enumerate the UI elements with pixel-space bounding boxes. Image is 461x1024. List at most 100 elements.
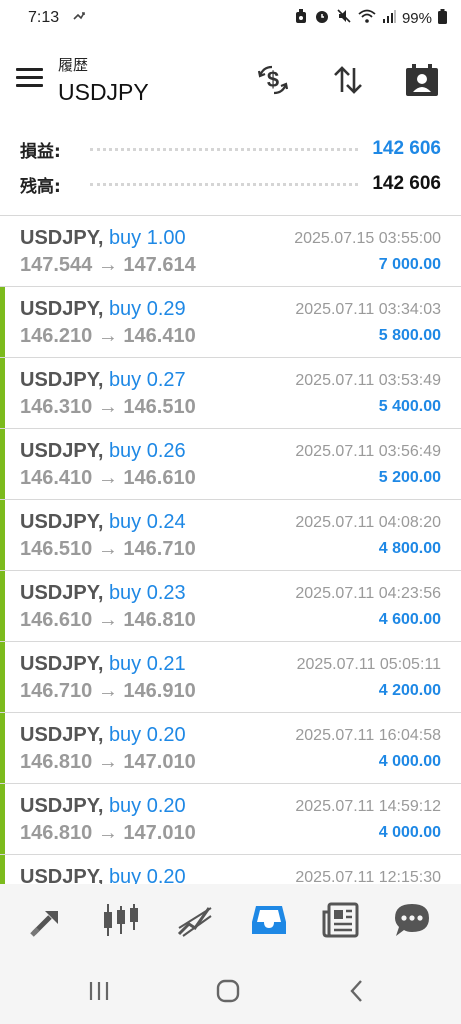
trade-side: buy 0.27 [108, 369, 186, 391]
trade-marker [0, 358, 5, 428]
status-time: 7:13 [28, 9, 60, 26]
mute-icon [336, 8, 352, 28]
svg-text:$: $ [267, 67, 279, 92]
trade-row[interactable]: USDJPY, buy 0.29 146.210 → 146.410 2025.… [0, 287, 461, 358]
trade-symbol: USDJPY, [20, 582, 104, 604]
trade-icon[interactable] [27, 900, 67, 940]
bottom-nav [0, 884, 461, 956]
trade-marker [0, 287, 5, 357]
news-icon[interactable] [321, 900, 361, 940]
trade-prices: 146.810 → 147.010 [20, 822, 196, 844]
trade-date: 2025.07.11 04:08:20 [295, 514, 441, 531]
trade-row[interactable]: USDJPY, buy 0.20 146.810 → 147.010 2025.… [0, 713, 461, 784]
system-nav-bar [0, 956, 461, 1024]
trade-symbol: USDJPY, [20, 653, 104, 675]
trade-symbol: USDJPY, [20, 866, 104, 884]
trade-prices: 146.510 → 146.710 [20, 538, 196, 560]
trade-side: buy 1.00 [108, 227, 186, 249]
trade-profit: 4 000.00 [378, 824, 441, 841]
trade-profit: 4 200.00 [378, 682, 441, 699]
trade-title: USDJPY, buy 0.26 [20, 440, 186, 463]
trade-symbol: USDJPY, [20, 298, 104, 320]
trade-row[interactable]: USDJPY, buy 0.27 146.310 → 146.510 2025.… [0, 358, 461, 429]
trade-title: USDJPY, buy 1.00 [20, 227, 186, 250]
trade-marker [0, 571, 5, 641]
trade-side: buy 0.23 [108, 582, 186, 604]
trade-date: 2025.07.11 14:59:12 [295, 798, 441, 815]
trade-title: USDJPY, buy 0.29 [20, 298, 186, 321]
trade-profit: 7 000.00 [378, 256, 441, 273]
trade-prices: 146.410 → 146.610 [20, 467, 196, 489]
trade-date: 2025.07.11 03:56:49 [295, 443, 441, 460]
trade-side: buy 0.20 [108, 866, 186, 884]
trade-marker [0, 713, 5, 783]
trade-side: buy 0.29 [108, 298, 186, 320]
recent-apps-icon[interactable] [84, 976, 114, 1006]
history-inbox-icon[interactable] [249, 900, 289, 940]
balance-label: 残高: [20, 176, 61, 197]
trade-date: 2025.07.11 03:34:03 [295, 301, 441, 318]
chat-icon[interactable] [392, 900, 432, 940]
trade-row[interactable]: USDJPY, buy 0.20 146.810 → 147.010 2025.… [0, 784, 461, 855]
sort-icon[interactable] [330, 62, 366, 98]
chart-candles-icon[interactable] [101, 900, 141, 940]
trade-title: USDJPY, buy 0.24 [20, 511, 186, 534]
dotted-leader [90, 147, 359, 151]
currency-exchange-icon[interactable]: $ [255, 62, 291, 98]
balance-row: 残高: 142 606 [20, 169, 441, 199]
trade-symbol: USDJPY, [20, 440, 104, 462]
alarm-icon [294, 8, 308, 28]
trade-row[interactable]: USDJPY, buy 0.21 146.710 → 146.910 2025.… [0, 642, 461, 713]
home-icon[interactable] [213, 976, 243, 1006]
status-bar: 7:13 99% [0, 0, 461, 36]
trade-profit: 5 200.00 [378, 469, 441, 486]
trade-marker [0, 429, 5, 499]
trade-date: 2025.07.11 04:23:56 [295, 585, 441, 602]
trade-symbol: USDJPY, [20, 795, 104, 817]
clock-icon [314, 8, 330, 28]
trade-symbol: USDJPY, [20, 369, 104, 391]
trade-marker [0, 500, 5, 570]
trade-side: buy 0.20 [108, 795, 186, 817]
trade-prices: 146.710 → 146.910 [20, 680, 196, 702]
page-subtitle: 履歴 [58, 56, 89, 74]
trade-title: USDJPY, buy 0.20 [20, 795, 186, 818]
menu-icon[interactable] [16, 68, 43, 88]
trade-date: 2025.07.15 03:55:00 [294, 230, 441, 247]
trade-row[interactable]: USDJPY, buy 0.26 146.410 → 146.610 2025.… [0, 429, 461, 500]
trade-row[interactable]: USDJPY, buy 0.24 146.510 → 146.710 2025.… [0, 500, 461, 571]
balance-value: 142 606 [372, 173, 441, 194]
trade-side: buy 0.20 [108, 724, 186, 746]
trade-marker [0, 642, 5, 712]
trade-profit: 4 600.00 [378, 611, 441, 628]
trade-marker [0, 855, 5, 884]
battery-icon [438, 8, 447, 28]
trade-row[interactable]: USDJPY, buy 0.20 2025.07.11 12:15:30 [0, 855, 461, 884]
account-summary: 損益: 142 606 残高: 142 606 [0, 130, 461, 216]
trade-row[interactable]: USDJPY, buy 1.00 147.544 → 147.614 2025.… [0, 216, 461, 287]
trade-profit: 4 800.00 [378, 540, 441, 557]
signal-icon [382, 9, 396, 27]
trend-lines-icon[interactable] [175, 900, 215, 940]
trade-date: 2025.07.11 03:53:49 [295, 372, 441, 389]
calendar-person-icon[interactable] [404, 62, 440, 98]
trade-symbol: USDJPY, [20, 724, 104, 746]
trade-side: buy 0.21 [108, 653, 186, 675]
wifi-icon [358, 8, 376, 28]
trade-profit: 5 800.00 [378, 327, 441, 344]
trade-profit: 4 000.00 [378, 753, 441, 770]
profit-value: 142 606 [372, 138, 441, 159]
dotted-leader [90, 182, 359, 186]
trade-prices: 146.210 → 146.410 [20, 325, 196, 347]
trade-side: buy 0.26 [108, 440, 186, 462]
trade-prices: 146.610 → 146.810 [20, 609, 196, 631]
back-icon[interactable] [342, 976, 372, 1006]
missed-call-icon [72, 9, 86, 26]
trade-row[interactable]: USDJPY, buy 0.23 146.610 → 146.810 2025.… [0, 571, 461, 642]
trade-symbol: USDJPY, [20, 511, 104, 533]
trade-prices: 146.810 → 147.010 [20, 751, 196, 773]
trade-date: 2025.07.11 05:05:11 [296, 656, 441, 673]
trade-date: 2025.07.11 16:04:58 [295, 727, 441, 744]
trade-title: USDJPY, buy 0.20 [20, 866, 186, 884]
app-header: 履歴 USDJPY $ [0, 36, 461, 126]
